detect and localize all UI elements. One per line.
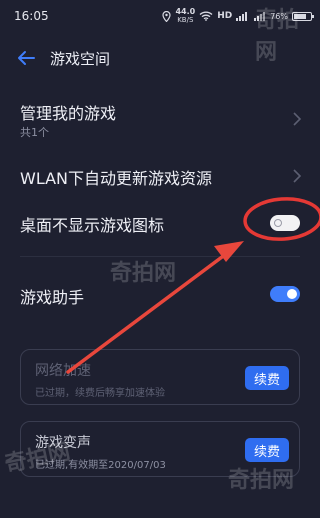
- annotation-arrow-line: [66, 252, 228, 374]
- highlight-ellipse: [243, 197, 320, 241]
- annotation-overlay: [66, 197, 320, 374]
